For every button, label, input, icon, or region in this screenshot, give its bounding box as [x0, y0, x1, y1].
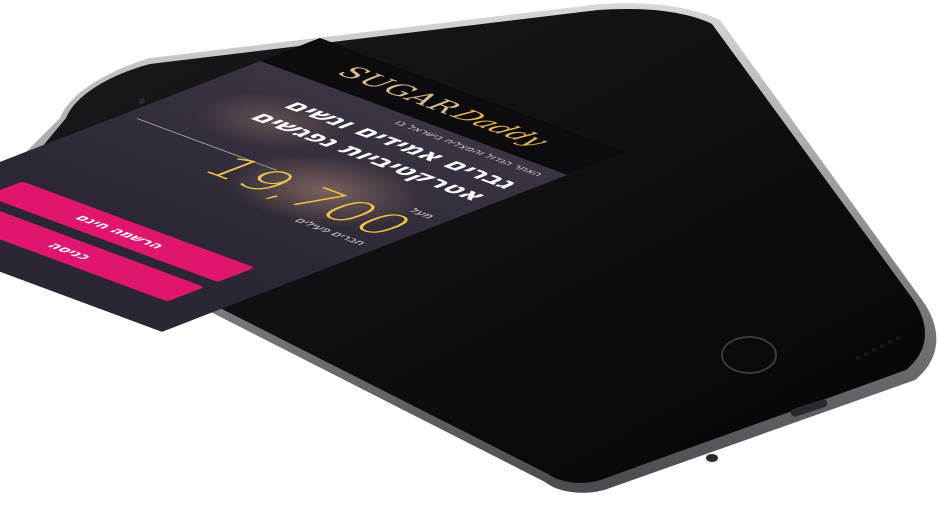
headphone-jack-icon: [706, 454, 718, 462]
home-button-icon: [721, 336, 777, 374]
camera-icon: [139, 98, 145, 104]
phone-mockup: SUGAR Daddy האתר הגדול והמצליח בישראל בו…: [0, 0, 952, 516]
